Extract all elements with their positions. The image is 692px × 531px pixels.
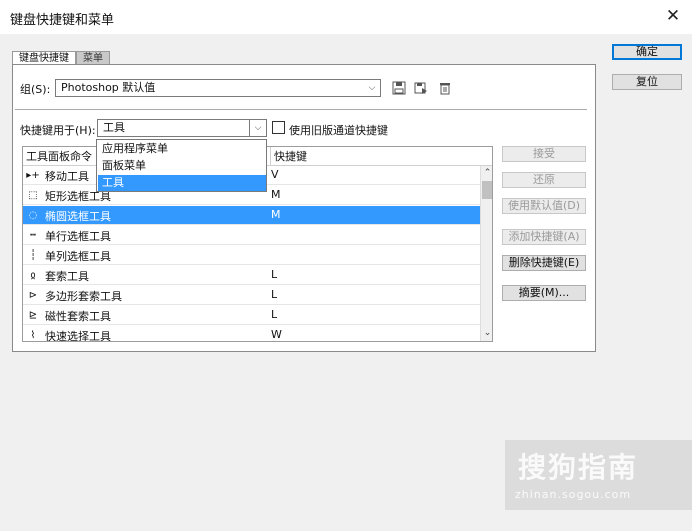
- accept-button[interactable]: 接受: [502, 146, 586, 162]
- command-name: 移动工具: [45, 170, 89, 183]
- shortcut-value[interactable]: L: [271, 308, 277, 321]
- command-name: 套索工具: [45, 270, 89, 283]
- use-default-button[interactable]: 使用默认值(D): [502, 198, 586, 214]
- command-name: 单行选框工具: [45, 230, 111, 243]
- undo-button[interactable]: 还原: [502, 172, 586, 188]
- quick-select-icon: ⌇: [30, 330, 36, 341]
- save-icon[interactable]: [392, 81, 406, 95]
- table-row[interactable]: ჲ 套索工具 L: [23, 266, 480, 285]
- window-title: 键盘快捷键和菜单: [10, 13, 115, 28]
- shortcut-value[interactable]: L: [271, 288, 277, 301]
- scroll-up-icon[interactable]: ⌃: [482, 167, 492, 179]
- shortcut-value[interactable]: M: [271, 188, 281, 201]
- delete-shortcut-button[interactable]: 删除快捷键(E): [502, 255, 586, 271]
- legacy-channel-label: 使用旧版通道快捷键: [289, 124, 388, 137]
- command-name: 多边形套索工具: [45, 290, 122, 303]
- scroll-down-icon[interactable]: ⌄: [482, 327, 492, 339]
- set-select[interactable]: Photoshop 默认值 ⌵: [55, 79, 381, 97]
- rect-marquee-icon: ⬚: [28, 190, 38, 201]
- move-icon: ▸+: [26, 170, 40, 181]
- shortcut-value[interactable]: V: [271, 168, 279, 181]
- reset-button[interactable]: 复位: [612, 74, 682, 90]
- close-icon[interactable]: ✕: [663, 6, 683, 26]
- delete-icon[interactable]: [438, 81, 452, 95]
- table-row[interactable]: ⊳ 多边形套索工具 L: [23, 286, 480, 305]
- chevron-down-icon: ⌵: [368, 83, 376, 93]
- magnetic-lasso-icon: ⊵: [28, 310, 38, 321]
- vertical-scrollbar[interactable]: ⌃ ⌄: [480, 166, 492, 341]
- watermark-brand: 搜狗指南: [518, 451, 639, 484]
- table-row[interactable]: ◌ 椭圆选框工具 M: [23, 206, 480, 225]
- dropdown-option-tools[interactable]: 工具: [98, 175, 266, 191]
- table-row[interactable]: ┆ 单列选框工具: [23, 246, 480, 265]
- command-name: 椭圆选框工具: [45, 210, 111, 223]
- shortcut-value[interactable]: W: [271, 328, 282, 341]
- shortcuts-for-select[interactable]: 工具 ⌵: [97, 119, 267, 137]
- tab-strip: 键盘快捷键 菜单: [12, 51, 596, 65]
- command-name: 磁性套索工具: [45, 310, 111, 323]
- ellipse-marquee-icon: ◌: [28, 210, 38, 221]
- set-label: 组(S):: [20, 83, 51, 96]
- set-select-value: Photoshop 默认值: [61, 81, 156, 94]
- shortcut-value[interactable]: M: [271, 208, 281, 221]
- single-column-marquee-icon: ┆: [29, 250, 37, 261]
- save-as-icon[interactable]: [414, 81, 428, 95]
- table-row[interactable]: ⊵ 磁性套索工具 L: [23, 306, 480, 325]
- legacy-channel-checkbox[interactable]: [272, 121, 285, 134]
- add-shortcut-button[interactable]: 添加快捷键(A): [502, 229, 586, 245]
- polygon-lasso-icon: ⊳: [28, 290, 38, 301]
- separator: [15, 109, 587, 110]
- lasso-icon: ჲ: [30, 270, 36, 281]
- tab-keyboard-shortcuts[interactable]: 键盘快捷键: [12, 51, 76, 65]
- tab-menus[interactable]: 菜单: [76, 51, 110, 65]
- watermark-url: zhinan.sogou.com: [515, 488, 632, 501]
- shortcut-value[interactable]: L: [271, 268, 277, 281]
- shortcuts-for-value: 工具: [103, 121, 125, 134]
- shortcuts-for-label: 快捷键用于(H):: [20, 124, 96, 137]
- column-header-shortcut[interactable]: 快捷键: [271, 147, 492, 166]
- command-name: 快速选择工具: [45, 330, 111, 342]
- shortcuts-for-dropdown: 应用程序菜单 面板菜单 工具: [96, 139, 267, 192]
- chevron-down-icon: ⌵: [249, 120, 266, 136]
- summarize-button[interactable]: 摘要(M)...: [502, 285, 586, 301]
- table-row[interactable]: ⌇ 快速选择工具 W: [23, 326, 480, 342]
- table-row[interactable]: ┅ 单行选框工具: [23, 226, 480, 245]
- dropdown-option-app-menus[interactable]: 应用程序菜单: [98, 141, 266, 157]
- dropdown-option-panel-menus[interactable]: 面板菜单: [98, 158, 266, 174]
- ok-button[interactable]: 确定: [612, 44, 682, 60]
- single-row-marquee-icon: ┅: [29, 230, 37, 241]
- scroll-thumb[interactable]: [482, 181, 492, 199]
- command-name: 单列选框工具: [45, 250, 111, 263]
